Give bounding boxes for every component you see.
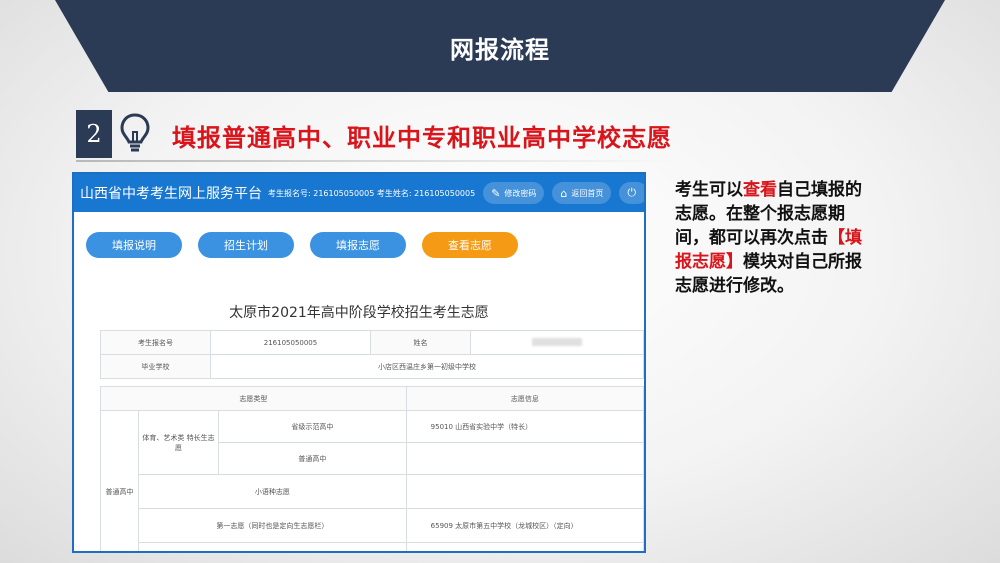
tab-instructions[interactable]: 填报说明: [86, 232, 182, 258]
reg-label: 考生报名号: [100, 330, 211, 355]
col-info-header: 志愿信息: [405, 386, 644, 411]
change-password-button[interactable]: ✎ 修改密码: [483, 182, 545, 204]
change-password-label: 修改密码: [504, 188, 537, 198]
page-title: 网报流程: [450, 36, 550, 64]
tab-view-choices[interactable]: 查看志愿: [422, 232, 518, 258]
reg-value: 216105050005: [210, 330, 371, 355]
site-header: 山西省中考考生网上服务平台 考生报名号: 216105050005 考生姓名: …: [74, 174, 644, 212]
edit-icon: ✎: [491, 186, 501, 200]
home-label: 返回首页: [571, 188, 604, 198]
home-button[interactable]: ⌂ 返回首页: [552, 182, 612, 204]
empty-row: [138, 542, 407, 551]
user-meta: 考生报名号: 216105050005 考生姓名: 216105050005: [268, 188, 476, 198]
small-lang-value: [405, 474, 644, 509]
step-number: 2: [76, 110, 112, 158]
normal-school-label: 普通高中: [218, 442, 407, 475]
power-icon: ⏻: [627, 186, 637, 199]
tab-fill-choices[interactable]: 填报志愿: [310, 232, 406, 258]
school-value: 小店区西温庄乡第一初级中学校: [210, 354, 644, 379]
tab-bar: 填报说明 招生计划 填报志愿 查看志愿: [86, 232, 534, 258]
small-lang-label: 小语种志愿: [138, 474, 407, 509]
name-value: [470, 330, 644, 355]
empty-row-value: [405, 542, 644, 551]
lightbulb-icon: [120, 113, 150, 152]
blurred-name: [532, 337, 582, 346]
demo-school-value: 95010 山西省实验中学（特长）: [405, 410, 644, 443]
special-group-label: 体育、艺术类 特长生志愿: [138, 410, 219, 475]
site-name: 山西省中考考生网上服务平台: [80, 186, 262, 202]
screenshot-panel: 山西省中考考生网上服务平台 考生报名号: 216105050005 考生姓名: …: [72, 172, 646, 553]
description-text: 考生可以查看自己填报的志愿。在整个报志愿期间，都可以再次点击【填报志愿】模块对自…: [675, 178, 875, 298]
desc-line-a: 考生可以: [675, 180, 743, 200]
divider: [76, 160, 676, 162]
student-info-table: 考生报名号 216105050005 姓名 毕业学校 小店区西温庄乡第一初级中学…: [100, 330, 644, 379]
step-title: 填报普通高中、职业中专和职业高中学校志愿: [172, 124, 672, 152]
form-title: 太原市2021年高中阶段学校招生考生志愿: [229, 305, 489, 321]
first-choice-label: 第一志愿（同时也是定向生志愿栏）: [138, 508, 407, 543]
name-label: 姓名: [370, 330, 471, 355]
first-choice-value: 65909 太原市第五中学校（龙城校区）（定向）: [405, 508, 644, 543]
home-icon: ⌂: [560, 186, 568, 200]
vertical-group-label: 普通高中: [100, 410, 139, 551]
demo-school-label: 省级示范高中: [218, 410, 407, 443]
desc-highlight-view: 查看: [743, 180, 777, 200]
choices-table: 志愿类型 志愿信息 普通高中 体育、艺术类 特长生志愿 省级示范高中 95010…: [100, 386, 644, 551]
tab-enrollment-plan[interactable]: 招生计划: [198, 232, 294, 258]
col-type-header: 志愿类型: [100, 386, 407, 411]
school-label: 毕业学校: [100, 354, 211, 379]
normal-school-value: [405, 442, 644, 475]
logout-button[interactable]: ⏻: [619, 182, 644, 204]
